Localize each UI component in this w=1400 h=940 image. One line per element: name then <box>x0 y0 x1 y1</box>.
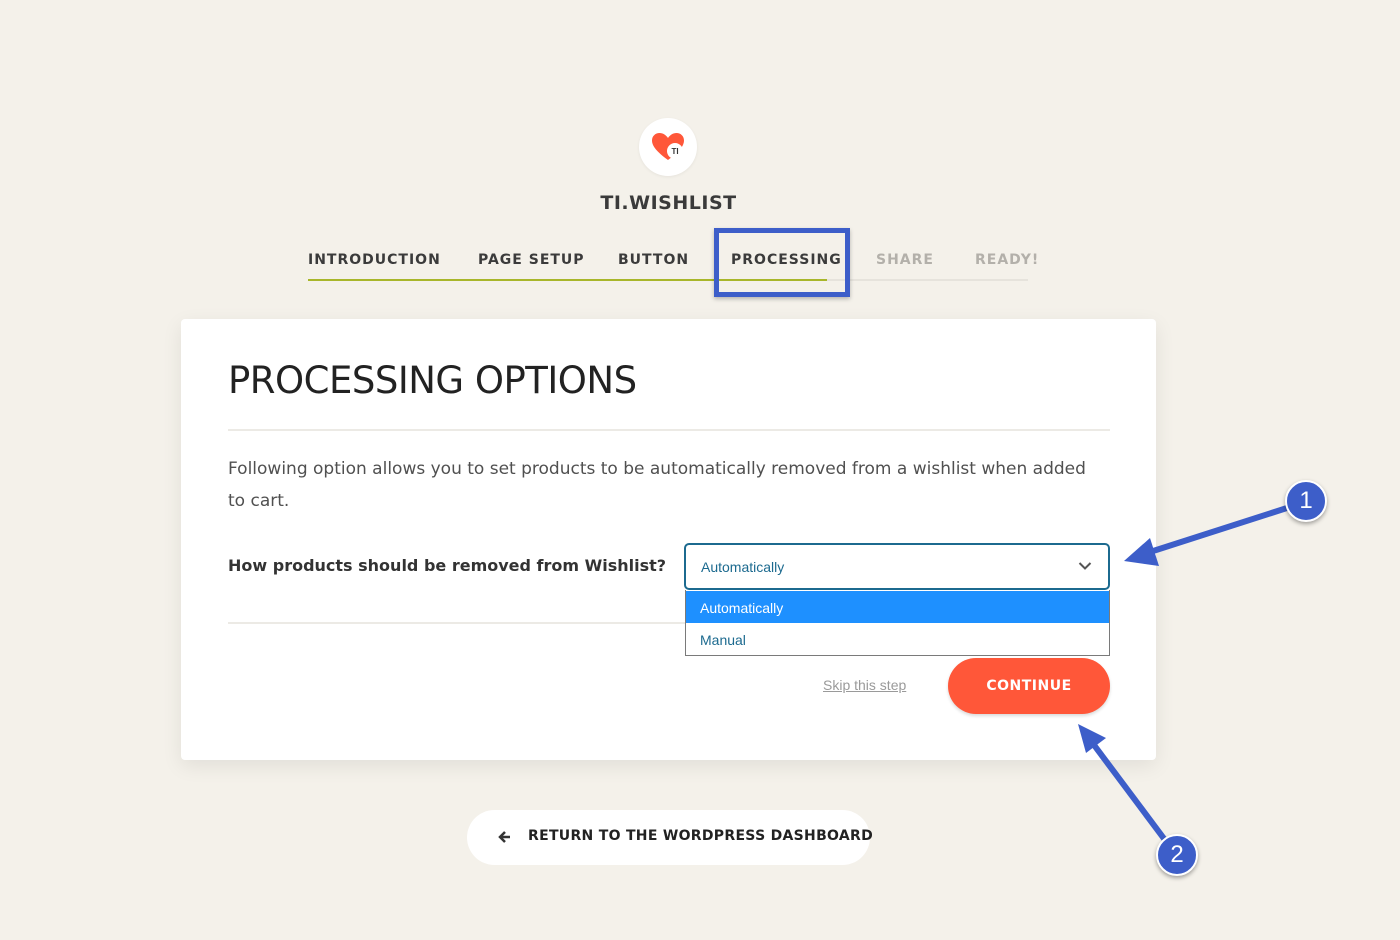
annotation-arrow-1 <box>1124 504 1291 566</box>
annotation-arrow-2 <box>1078 724 1168 842</box>
annotation-arrows <box>1078 504 1291 842</box>
annotation-badge-1: 1 <box>1285 480 1327 522</box>
annotation-badge-2: 2 <box>1156 834 1198 876</box>
